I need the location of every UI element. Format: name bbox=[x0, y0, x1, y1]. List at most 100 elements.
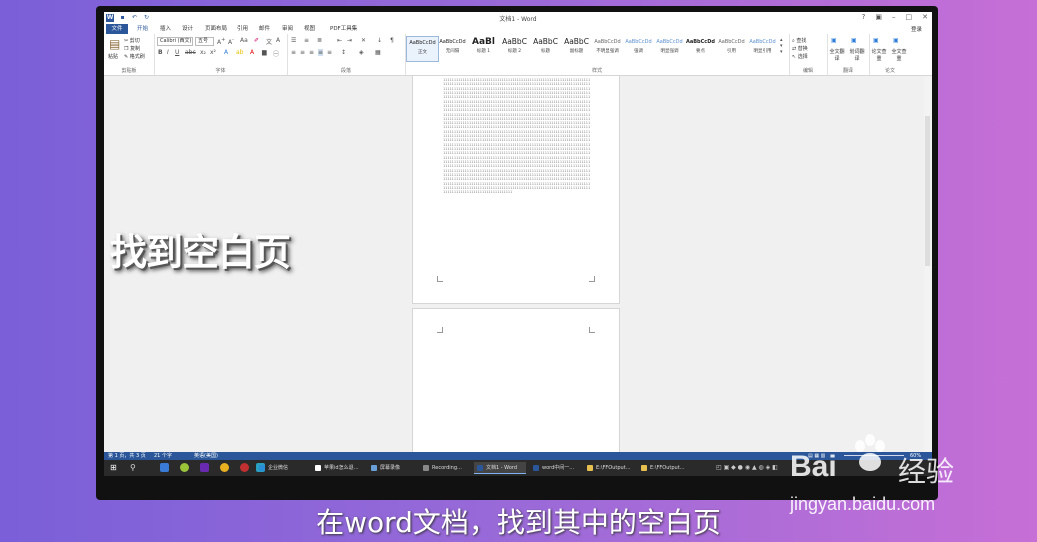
full-check-icon[interactable]: ▣ bbox=[893, 37, 899, 44]
tab-insert[interactable]: 插入 bbox=[160, 25, 171, 34]
char-border-icon[interactable]: A bbox=[276, 37, 280, 44]
tab-references[interactable]: 引用 bbox=[237, 25, 248, 34]
select-button[interactable]: ↖ 选择 bbox=[792, 53, 808, 60]
format-painter-button[interactable]: ✎ 格式刷 bbox=[124, 53, 145, 60]
style-no-spacing[interactable]: AaBbCcDd 无间隔 bbox=[437, 36, 468, 60]
shading-icon[interactable]: ◈ bbox=[359, 49, 364, 56]
font-name-select[interactable]: Calibri (西文) bbox=[157, 37, 193, 46]
taskbar-item[interactable]: E:\FFOutput… bbox=[638, 462, 688, 474]
sort-icon[interactable]: ↓ bbox=[377, 37, 382, 44]
style-subtle-emphasis[interactable]: AaBbCcDd 不明显强调 bbox=[592, 36, 623, 60]
font-color-icon[interactable]: A bbox=[250, 49, 254, 56]
maximize-button[interactable]: □ bbox=[906, 13, 913, 21]
style-strong[interactable]: AaBbCcDd 要点 bbox=[685, 36, 716, 60]
style-title[interactable]: AaBbC 标题 bbox=[530, 36, 561, 60]
tab-mailings[interactable]: 邮件 bbox=[259, 25, 270, 34]
style-intense-emphasis[interactable]: AaBbCcDd 明显强调 bbox=[654, 36, 685, 60]
cut-button[interactable]: ✂ 剪切 bbox=[124, 37, 140, 44]
font-size-select[interactable]: 五号 bbox=[195, 37, 214, 46]
italic-button[interactable]: I bbox=[167, 49, 169, 56]
align-center-icon[interactable]: ≡ bbox=[300, 49, 305, 56]
select-translate-button[interactable]: 划词翻译 bbox=[849, 48, 865, 62]
align-left-icon[interactable]: ≡ bbox=[291, 49, 296, 56]
vertical-scrollbar[interactable] bbox=[924, 76, 932, 452]
help-button[interactable]: ? bbox=[862, 13, 866, 21]
tab-pdf-tools[interactable]: PDF工具集 bbox=[330, 25, 357, 34]
decrease-indent-icon[interactable]: ⇤ bbox=[337, 37, 342, 44]
clear-format-icon[interactable]: ✐ bbox=[254, 37, 259, 44]
premiere-icon[interactable] bbox=[200, 463, 209, 472]
windows-start-icon[interactable]: ⊞ bbox=[110, 463, 119, 472]
full-translate-button[interactable]: 全文翻译 bbox=[829, 48, 845, 62]
highlight-icon[interactable]: ab bbox=[236, 49, 244, 56]
show-marks-icon[interactable]: ¶ bbox=[390, 37, 394, 44]
paper-check-icon[interactable]: ▣ bbox=[873, 37, 879, 44]
borders-icon[interactable]: ▦ bbox=[375, 49, 381, 56]
style-normal[interactable]: AaBbCcDd 正文 bbox=[406, 36, 439, 62]
numbering-icon[interactable]: ≡ bbox=[304, 37, 309, 44]
justify-icon[interactable]: ≡ bbox=[318, 49, 324, 56]
system-tray-icons[interactable]: ◰ ▣ ◆ ● ◉ ▲ ◍ ◈ ◧ bbox=[716, 464, 778, 471]
style-heading-2[interactable]: AaBbC 标题 2 bbox=[499, 36, 530, 60]
tab-design[interactable]: 设计 bbox=[182, 25, 193, 34]
paper-check-button[interactable]: 论文查重 bbox=[871, 48, 887, 62]
copy-button[interactable]: ❐ 复制 bbox=[124, 45, 140, 52]
taskbar-item[interactable]: 屏幕录像 bbox=[368, 462, 418, 474]
char-shading-icon[interactable]: ▆ bbox=[262, 49, 267, 56]
style-emphasis[interactable]: AaBbCcDd 强调 bbox=[623, 36, 654, 60]
word-count[interactable]: 21 个字 bbox=[154, 452, 172, 460]
full-check-button[interactable]: 全文查重 bbox=[891, 48, 907, 62]
text-effects-icon[interactable]: A bbox=[224, 49, 228, 56]
styles-more-icon[interactable]: ▴ ▾ ▾ bbox=[780, 37, 783, 55]
login-link[interactable]: 登录 bbox=[911, 25, 922, 33]
taskbar-item[interactable]: word中间一… bbox=[530, 462, 582, 474]
taskbar-item-word[interactable]: 文档1 - Word bbox=[474, 462, 526, 474]
tab-layout[interactable]: 页面布局 bbox=[205, 25, 227, 34]
chrome-icon[interactable] bbox=[220, 463, 229, 472]
translate-select-icon[interactable]: ▣ bbox=[851, 37, 857, 44]
increase-indent-icon[interactable]: ⇥ bbox=[347, 37, 352, 44]
align-right-icon[interactable]: ≡ bbox=[309, 49, 314, 56]
line-spacing-icon[interactable]: ↕ bbox=[341, 49, 346, 56]
paste-button[interactable]: 粘贴 bbox=[108, 53, 118, 60]
search-icon[interactable]: ⚲ bbox=[130, 463, 139, 472]
chinese-layout-icon[interactable]: ✕ bbox=[361, 37, 366, 44]
close-button[interactable]: ✕ bbox=[922, 13, 928, 21]
distribute-icon[interactable]: ≡ bbox=[327, 49, 332, 56]
strikethrough-button[interactable]: abc bbox=[185, 49, 196, 56]
replace-button[interactable]: ⇄ 替换 bbox=[792, 45, 808, 52]
taskbar-item[interactable]: 企业微信 bbox=[256, 462, 308, 474]
phonetic-icon[interactable]: 文 bbox=[266, 37, 272, 46]
ribbon-options-button[interactable]: ▣ bbox=[875, 13, 882, 21]
tab-view[interactable]: 视图 bbox=[304, 25, 315, 34]
taskbar-item[interactable]: E:\FFOutput… bbox=[584, 462, 634, 474]
enclose-char-icon[interactable]: ㊀ bbox=[273, 49, 279, 58]
grow-font-icon[interactable]: A+ bbox=[217, 37, 225, 46]
page-1-text[interactable]: 1111111111111111111111111111111111111111… bbox=[443, 78, 591, 270]
taskbar-item[interactable]: Recording… bbox=[420, 462, 470, 474]
subscript-icon[interactable]: x₂ bbox=[200, 49, 206, 56]
change-case-icon[interactable]: Aa bbox=[240, 37, 248, 44]
page-count[interactable]: 第 1 页，共 3 页 bbox=[108, 452, 146, 460]
app-icon[interactable] bbox=[180, 463, 189, 472]
find-button[interactable]: ⌕ 查找 bbox=[792, 37, 806, 44]
tab-review[interactable]: 审阅 bbox=[282, 25, 293, 34]
paste-icon[interactable]: ▤ bbox=[109, 37, 120, 51]
style-quote[interactable]: AaBbCcDd 引用 bbox=[716, 36, 747, 60]
bullets-icon[interactable]: ☰ bbox=[291, 37, 296, 44]
photos-icon[interactable] bbox=[160, 463, 169, 472]
language[interactable]: 英语(美国) bbox=[194, 452, 218, 460]
bold-button[interactable]: B bbox=[158, 49, 163, 56]
recorder-icon[interactable] bbox=[240, 463, 249, 472]
tab-home[interactable]: 开始 bbox=[137, 25, 148, 34]
tab-file[interactable]: 文件 bbox=[106, 24, 128, 34]
underline-button[interactable]: U bbox=[175, 49, 179, 56]
superscript-icon[interactable]: x² bbox=[210, 49, 216, 56]
blank-page-2[interactable] bbox=[412, 308, 620, 460]
scrollbar-thumb[interactable] bbox=[925, 116, 930, 266]
minimize-button[interactable]: – bbox=[892, 13, 896, 21]
taskbar-item[interactable]: 苹果id怎么退… bbox=[312, 462, 366, 474]
style-heading-1[interactable]: AaBl 标题 1 bbox=[468, 36, 499, 60]
page-1[interactable]: 1111111111111111111111111111111111111111… bbox=[412, 76, 620, 304]
style-subtitle[interactable]: AaBbC 副标题 bbox=[561, 36, 592, 60]
